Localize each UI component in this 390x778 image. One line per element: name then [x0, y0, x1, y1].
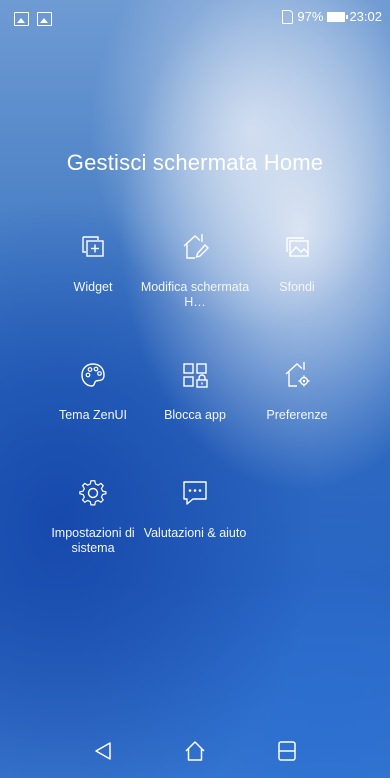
menu-item-lock-apps[interactable]: Blocca app	[140, 360, 250, 423]
menu-item-preferences[interactable]: Preferenze	[242, 360, 352, 423]
menu-item-label: Widget	[73, 280, 113, 294]
wallpaper-icon	[286, 237, 309, 257]
status-indicators: 97% 23:02	[282, 9, 382, 24]
home-settings-icon	[285, 362, 310, 387]
menu-item-label: Impostazioni di sistema	[51, 526, 135, 555]
menu-item-feedback[interactable]: Valutazioni & aiuto	[140, 478, 250, 541]
clock: 23:02	[349, 9, 382, 24]
menu-item-label: Preferenze	[266, 408, 328, 422]
gear-icon	[79, 480, 107, 506]
palette-icon	[81, 363, 105, 387]
menu-item-label: Valutazioni & aiuto	[143, 526, 247, 540]
edit-home-icon	[183, 234, 209, 259]
home-icon[interactable]	[182, 738, 208, 764]
menu-item-label: Modifica schermata H…	[140, 280, 250, 309]
feedback-icon	[183, 481, 207, 505]
sd-card-icon	[282, 9, 294, 24]
notification-icons	[14, 12, 52, 26]
battery-icon	[327, 11, 349, 22]
back-icon[interactable]	[90, 738, 116, 764]
menu-item-label: Tema ZenUI	[58, 408, 128, 422]
battery-percent: 97%	[297, 9, 324, 24]
image-icon	[37, 12, 52, 26]
widget-add-icon	[82, 236, 104, 257]
navigation-bar	[0, 722, 390, 778]
menu-item-wallpaper[interactable]: Sfondi	[242, 232, 352, 295]
status-bar: 97% 23:02	[0, 0, 390, 34]
menu-item-label: Sfondi	[279, 280, 315, 294]
page-title: Gestisci schermata Home	[66, 150, 324, 175]
lock-apps-icon	[183, 363, 208, 388]
image-icon	[14, 12, 29, 26]
menu-item-label: Blocca app	[164, 408, 226, 422]
menu-item-theme[interactable]: Tema ZenUI	[38, 360, 148, 423]
menu-item-system-settings[interactable]: Impostazioni di sistema	[38, 478, 148, 556]
menu-item-edit-home[interactable]: Modifica schermata H…	[140, 232, 250, 310]
menu-item-widget[interactable]: Widget	[38, 232, 148, 295]
recents-icon[interactable]	[274, 738, 300, 764]
